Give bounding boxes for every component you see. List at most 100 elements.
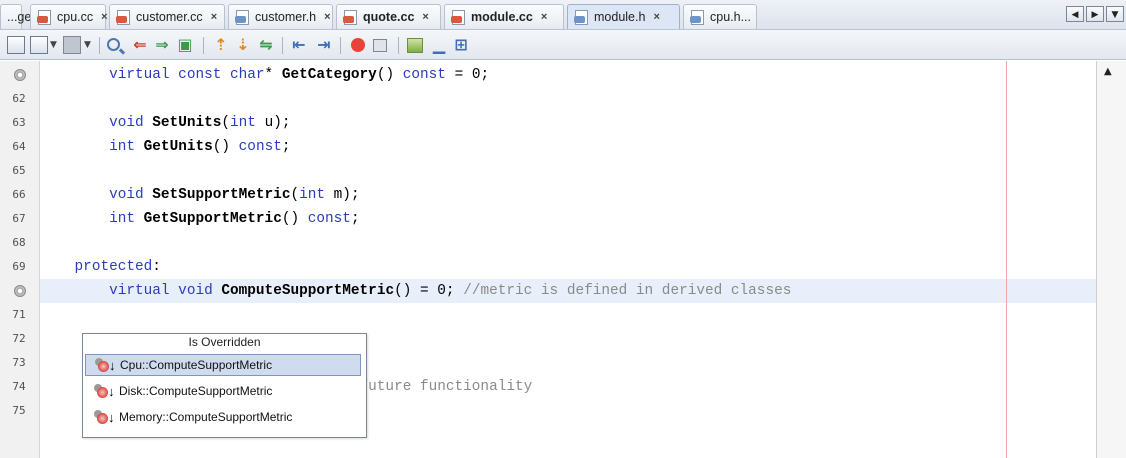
popup-item-label: Cpu::ComputeSupportMetric [120, 358, 273, 372]
scroll-up-icon[interactable]: ▲ [1104, 67, 1112, 77]
cpp-source-file-icon [451, 9, 466, 25]
override-marker-icon[interactable] [14, 69, 26, 81]
tab-label: module.h [594, 10, 646, 24]
tab-quote-cc[interactable]: quote.cc × [336, 4, 441, 29]
keyword-token: void [109, 187, 144, 203]
header-file-icon [574, 9, 589, 25]
tab-customer-h[interactable]: customer.h × [228, 4, 333, 29]
find-selection-icon[interactable] [107, 38, 120, 51]
keyword-token: int [109, 139, 136, 155]
tab-label: customer.h [255, 10, 317, 24]
find-previous-icon[interactable]: ⇐ [131, 36, 149, 54]
toggle-bookmark-icon[interactable]: ⇋ [257, 36, 275, 54]
diff-icon[interactable] [407, 38, 423, 53]
close-tab-icon[interactable]: × [324, 11, 330, 23]
start-macro-recording-icon[interactable] [351, 38, 365, 52]
keyword-token: virtual const char [109, 67, 265, 83]
header-file-icon [235, 9, 250, 25]
code-token: ; [350, 211, 360, 227]
keyword-token: const [402, 67, 446, 83]
code-line[interactable]: virtual const char* GetCategory() const … [40, 63, 489, 87]
line-number: 67 [12, 212, 26, 225]
vertical-scrollbar[interactable]: ▲ [1096, 61, 1126, 458]
close-tab-icon[interactable]: × [101, 11, 107, 23]
tab-cpu-h[interactable]: cpu.h... [683, 4, 757, 29]
keyword-token: const [238, 139, 282, 155]
keyword-token: int [230, 115, 256, 131]
code-line[interactable]: virtual void ComputeSupportMetric() = 0;… [40, 279, 791, 303]
tab-cpu-cc[interactable]: cpu.cc × [30, 4, 108, 29]
shift-left-icon[interactable]: ⇤ [290, 36, 308, 54]
shift-right-icon[interactable]: ⇥ [315, 36, 333, 54]
function-name-token: SetSupportMetric [152, 187, 291, 203]
tab-customer-cc[interactable]: customer.cc × [109, 4, 225, 29]
forward-dropdown-icon[interactable]: ▼ [84, 40, 92, 58]
cpp-source-file-icon [343, 9, 358, 25]
line-number: 74 [12, 380, 26, 393]
line-number: 71 [12, 308, 26, 321]
keyword-token: const [307, 211, 351, 227]
close-tab-icon[interactable]: × [653, 11, 659, 23]
code-line[interactable]: int GetSupportMetric() const; [40, 207, 360, 231]
editor-toolbar: ▼ ▼ ⇐ ⇒ ▣ ⇡ ⇣ ⇋ ⇤ ⇥ ▁ ⊞ [0, 30, 1126, 60]
line-number: 65 [12, 164, 26, 177]
scroll-tabs-right-icon[interactable]: ▶ [1086, 6, 1104, 22]
code-token: : [152, 259, 161, 275]
code-token: u); [255, 115, 291, 131]
close-tab-icon[interactable]: × [541, 11, 547, 23]
code-token: () = 0; [394, 283, 464, 299]
line-number: 64 [12, 140, 26, 153]
toggle-highlight-icon[interactable]: ▣ [176, 36, 194, 54]
tab-list-menu-icon[interactable]: ▼ [1106, 6, 1124, 22]
close-tab-icon[interactable]: × [422, 11, 428, 23]
close-tab-icon[interactable]: × [211, 11, 217, 23]
back-source-icon[interactable] [7, 36, 25, 54]
overridden-method-icon: ↓ [94, 357, 116, 373]
function-name-token: ComputeSupportMetric [221, 283, 395, 299]
code-line[interactable]: void SetSupportMetric(int m); [40, 183, 359, 207]
tab-ge[interactable]: ...ge [0, 4, 31, 29]
overridden-method-icon: ↓ [93, 383, 115, 399]
popup-item-label: Disk::ComputeSupportMetric [119, 384, 273, 398]
previous-bookmark-icon[interactable]: ⇡ [212, 36, 230, 54]
code-line[interactable]: void SetUnits(int u); [40, 111, 290, 135]
is-overridden-popup[interactable]: Is Overridden ↓ Cpu::ComputeSupportMetric… [82, 333, 367, 438]
forward-icon[interactable] [63, 36, 81, 54]
scroll-tabs-left-icon[interactable]: ◀ [1066, 6, 1084, 22]
toolbar-separator [99, 37, 100, 54]
stop-macro-recording-icon[interactable] [373, 39, 387, 52]
code-token: () [281, 211, 308, 227]
popup-item[interactable]: ↓ Cpu::ComputeSupportMetric [85, 354, 361, 376]
toolbar-separator [203, 37, 204, 54]
line-number: 72 [12, 332, 26, 345]
code-line[interactable]: int GetUnits() const; [40, 135, 291, 159]
code-token: ( [221, 115, 231, 131]
cpp-source-file-icon [37, 9, 52, 25]
line-number: 62 [12, 92, 26, 105]
tab-module-h[interactable]: module.h × [567, 4, 680, 29]
last-edit-dropdown-icon[interactable]: ▼ [50, 40, 58, 58]
find-next-icon[interactable]: ⇒ [153, 36, 171, 54]
code-token: * [264, 67, 282, 83]
tab-label: cpu.cc [57, 10, 94, 24]
keyword-token: int [299, 187, 326, 203]
tab-label: module.cc [471, 10, 533, 24]
next-bookmark-icon[interactable]: ⇣ [234, 36, 252, 54]
code-token: ; [281, 139, 291, 155]
popup-item[interactable]: ↓ Memory::ComputeSupportMetric [85, 406, 361, 428]
last-edit-icon[interactable] [30, 36, 48, 54]
code-line[interactable]: protected: [40, 255, 161, 279]
popup-item[interactable]: ↓ Disk::ComputeSupportMetric [85, 380, 361, 402]
line-number: 63 [12, 116, 26, 129]
tab-module-cc[interactable]: module.cc × [444, 4, 564, 29]
comment-token: //metric is defined in derived classes [463, 283, 792, 299]
comment-icon[interactable]: ▁ [430, 36, 448, 54]
override-marker-icon[interactable] [14, 285, 26, 297]
tab-label: cpu.h... [710, 10, 751, 24]
uncomment-icon[interactable]: ⊞ [452, 36, 470, 54]
